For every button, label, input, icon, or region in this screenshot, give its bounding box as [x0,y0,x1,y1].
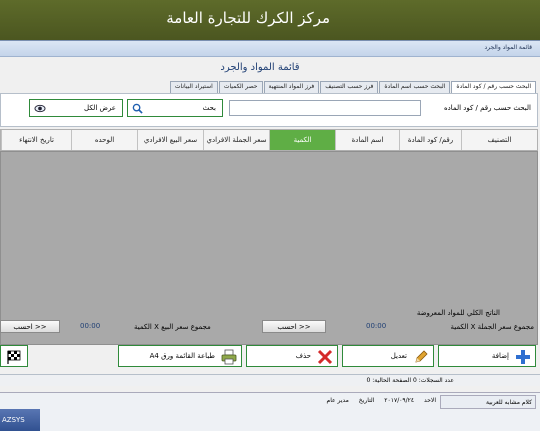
plus-icon [516,350,530,364]
app-banner: مركز الكرك للتجارة العامة [0,0,540,40]
tab-strip: البحث حسب رقم / كود المادة البحث حسب اسم… [169,81,536,94]
window-title: قائمة المواد والجرد [484,44,532,51]
column-header-wholesale-price[interactable]: سعر الجملة الافرادي [203,130,269,150]
edit-button[interactable]: تعديل [342,345,434,367]
column-header-unit[interactable]: الوحده [71,130,137,150]
delete-x-icon [317,349,333,365]
search-button-label: بحث [202,104,216,112]
taskbar-app-button[interactable]: AZSYS [0,409,40,431]
taskbar-date: ٢٠١٧/٠٩/٢٤ [384,397,415,404]
column-header-code[interactable]: رقم/ كود المادة [399,130,461,150]
column-header-name[interactable]: اسم المادة [335,130,399,150]
taskbar-info: الاحد ٢٠١٧/٠٩/٢٤ التاريخ مدير عام [319,397,437,404]
print-label: طباعة القائمة ورق A4 [149,352,215,360]
totals-heading: الناتج الكلي للمواد المعروضة [416,309,500,317]
show-all-button[interactable]: عرض الكل [29,99,123,117]
add-label: إضافة [491,352,509,360]
status-bar: عدد السجلات: 0 الصفحة الحالية: 0 [0,374,540,386]
tab-sort-category[interactable]: فرز حسب التصنيف [320,81,379,93]
tab-inventory-count[interactable]: حصر الكميات [218,81,263,93]
pencil-icon [415,350,428,363]
search-label: البحث حسب رقم / كود الماده [443,104,531,112]
column-header-expiry-date[interactable]: تاريخ الانتهاء [1,130,71,150]
eye-icon [34,104,46,113]
wholesale-sum-label: مجموع سعر الجملة X الكمية [450,323,535,331]
taskbar-date-label: التاريخ [358,397,375,404]
exit-button[interactable] [0,345,28,367]
show-all-label: عرض الكل [84,104,116,112]
taskbar: الاحد ٢٠١٧/٠٩/٢٤ التاريخ مدير عام كلام م… [0,392,540,431]
search-panel: البحث حسب رقم / كود الماده بحث عرض الكل [0,93,538,127]
column-header-category[interactable]: التصنيف [461,130,537,150]
sale-sum-value: 00:00 [80,322,101,330]
taskbar-day: الاحد [424,397,436,404]
status-text: عدد السجلات: 0 الصفحة الحالية: 0 [366,377,454,384]
tab-sort-expired[interactable]: فرز المواد المنتهية [263,81,320,93]
search-icon [132,103,143,114]
wholesale-sum-value: 00:00 [366,322,387,330]
taskbar-user: مدير عام [326,397,349,404]
printer-icon [221,349,237,365]
add-button[interactable]: إضافة [438,345,536,367]
grid-header: التصنيف رقم/ كود المادة اسم المادة الكمي… [0,129,538,151]
print-button[interactable]: طباعة القائمة ورق A4 [118,345,242,367]
column-header-sale-price[interactable]: سعر البيع الافرادي [137,130,203,150]
delete-label: حذف [295,352,311,360]
search-input[interactable] [229,100,421,116]
checkered-flag-icon [7,350,21,364]
window-titlebar: قائمة المواد والجرد [0,41,540,57]
delete-button[interactable]: حذف [246,345,338,367]
sale-sum-label: مجموع سعر البيع X الكمية [134,323,211,331]
tab-search-name[interactable]: البحث حسب اسم المادة [379,81,451,93]
banner-title: مركز الكرك للتجارة العامة [166,9,330,27]
search-button[interactable]: بحث [127,99,223,117]
column-header-quantity[interactable]: الكمية [269,130,335,150]
main-window: قائمة المواد والجرد قائمة المواد والجرد … [0,40,540,392]
form-title: قائمة المواد والجرد [220,62,300,73]
calc-sale-button[interactable]: << احسب [0,320,60,333]
edit-label: تعديل [390,352,407,360]
taskbar-window-item[interactable]: كلام مشابه للعربية [440,395,536,409]
tab-import-data[interactable]: استيراد البيانات [169,81,218,93]
calc-wholesale-button[interactable]: << احسب [262,320,326,333]
